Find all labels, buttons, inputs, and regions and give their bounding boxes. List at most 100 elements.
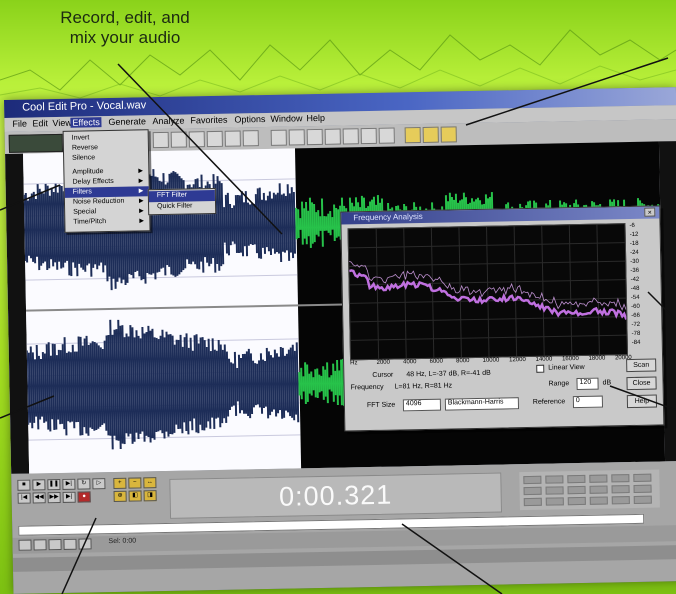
level-button[interactable]: [63, 538, 77, 550]
level-button[interactable]: [78, 538, 92, 550]
menu-analyze[interactable]: Analyze: [152, 116, 184, 127]
zoom-in-button[interactable]: +: [113, 477, 127, 489]
toolbar-button[interactable]: [288, 129, 305, 146]
level-button[interactable]: [33, 539, 47, 551]
zoom-right-button[interactable]: ◨: [143, 490, 157, 502]
zoom-left-button[interactable]: ◧: [128, 490, 142, 502]
toolbar-button[interactable]: [306, 128, 323, 146]
toolbar-button[interactable]: [270, 129, 287, 146]
play-button[interactable]: ▶: [32, 479, 46, 491]
menu-item-filters[interactable]: Filters: [73, 188, 92, 195]
zoom-full-button[interactable]: ↔: [143, 477, 157, 489]
toolbar-button[interactable]: [206, 130, 223, 148]
waveform-sample: [336, 359, 339, 405]
selection-field[interactable]: [611, 496, 630, 505]
selection-field[interactable]: [523, 497, 542, 507]
level-button[interactable]: [48, 538, 62, 551]
pause-button[interactable]: ❚❚: [47, 478, 61, 491]
toolbar-button[interactable]: [224, 130, 241, 147]
fft-size-select[interactable]: 4096: [402, 398, 442, 412]
selection-field[interactable]: [633, 484, 652, 493]
toolbar-button[interactable]: [324, 128, 341, 145]
menu-item-noise-reduction[interactable]: Noise Reduction: [73, 198, 124, 206]
zoom-out-button[interactable]: −: [128, 477, 142, 489]
menu-item-time-pitch[interactable]: Time/Pitch: [73, 218, 106, 226]
menu-item-delay-effects[interactable]: Delay Effects: [73, 178, 114, 186]
selection-field[interactable]: [567, 474, 586, 484]
play-selection-button[interactable]: ▷: [92, 478, 106, 490]
db-tick-label: -42: [630, 276, 640, 284]
waveform-sample: [253, 203, 256, 245]
selection-field[interactable]: [567, 496, 586, 506]
selection-field[interactable]: [611, 474, 630, 483]
waveform-sample: [258, 360, 261, 408]
go-to-start-button[interactable]: |◀: [17, 492, 31, 504]
menu-options[interactable]: Options: [234, 114, 265, 125]
db-tick-label: -84: [631, 339, 641, 346]
toolbar-button[interactable]: [378, 127, 395, 144]
toolbar-button[interactable]: [188, 131, 205, 148]
go-to-end-button[interactable]: ▶|: [62, 491, 76, 503]
menu-item-amplitude[interactable]: Amplitude: [72, 168, 103, 176]
toolbar-button[interactable]: [360, 127, 377, 145]
play-to-end-button[interactable]: ▶|: [62, 478, 76, 490]
submenu-item-quick-filter[interactable]: Quick Filter: [157, 202, 193, 210]
selection-field[interactable]: [523, 475, 542, 485]
menu-generate[interactable]: Generate: [108, 116, 146, 127]
menu-item-reverse[interactable]: Reverse: [72, 144, 98, 151]
fast-forward-button[interactable]: ▶▶: [47, 491, 61, 504]
selection-field[interactable]: [545, 497, 564, 506]
selection-field[interactable]: [545, 486, 564, 495]
waveform-sample: [233, 351, 238, 416]
toolbar-button[interactable]: [440, 126, 457, 143]
waveform-sample: [266, 195, 270, 252]
mode-toggle-button[interactable]: [8, 133, 64, 153]
waveform-sample: [37, 355, 42, 420]
reference-input[interactable]: 0: [572, 395, 604, 409]
stop-button[interactable]: ■: [17, 479, 31, 491]
submenu-arrow-icon: ▶: [139, 218, 145, 225]
selection-field[interactable]: [633, 473, 652, 482]
selection-field[interactable]: [611, 485, 630, 494]
toolbar-button[interactable]: [170, 131, 187, 148]
menu-file[interactable]: File: [12, 119, 27, 129]
toolbar-button[interactable]: [342, 128, 359, 145]
selection-field[interactable]: [545, 475, 564, 484]
zoom-selection-button[interactable]: ⊕: [113, 490, 127, 502]
menu-item-invert[interactable]: Invert: [72, 134, 90, 141]
help-button[interactable]: Help: [626, 394, 658, 409]
waveform-sample: [229, 203, 232, 246]
menu-favorites[interactable]: Favorites: [190, 115, 227, 126]
loop-button[interactable]: ↻: [77, 478, 91, 490]
menu-item-special[interactable]: Special: [73, 208, 96, 215]
linear-view-checkbox[interactable]: [536, 364, 545, 373]
range-input[interactable]: 120: [576, 377, 599, 391]
selection-field[interactable]: [567, 485, 586, 495]
selection-field[interactable]: [589, 496, 608, 505]
selection-field[interactable]: [589, 474, 608, 483]
menu-help[interactable]: Help: [306, 113, 325, 123]
selection-field[interactable]: [589, 485, 608, 494]
toolbar-button[interactable]: [422, 126, 439, 143]
waveform-sample: [238, 195, 242, 253]
toolbar-button[interactable]: [152, 131, 169, 149]
selection-field[interactable]: [633, 495, 652, 504]
dialog-close-button[interactable]: ×: [644, 207, 656, 217]
toolbar-button[interactable]: [404, 127, 421, 144]
menu-edit[interactable]: Edit: [32, 118, 48, 128]
menu-item-silence[interactable]: Silence: [72, 154, 95, 161]
submenu-item-fft-filter[interactable]: FFT Filter: [157, 192, 187, 200]
window-function-select[interactable]: Blackmann-Harris: [444, 397, 520, 411]
menu-view[interactable]: View: [52, 118, 72, 128]
waveform-sample: [267, 351, 272, 416]
menu-window[interactable]: Window: [270, 113, 302, 124]
level-button[interactable]: [18, 539, 32, 551]
record-button[interactable]: ●: [77, 491, 91, 503]
waveform-sample: [313, 203, 316, 243]
menu-effects[interactable]: Effects: [70, 117, 102, 128]
waveform-sample: [290, 187, 295, 259]
close-button[interactable]: Close: [626, 376, 657, 391]
selection-field[interactable]: [523, 486, 542, 496]
rewind-button[interactable]: ◀◀: [32, 492, 46, 504]
toolbar-button[interactable]: [242, 130, 259, 147]
